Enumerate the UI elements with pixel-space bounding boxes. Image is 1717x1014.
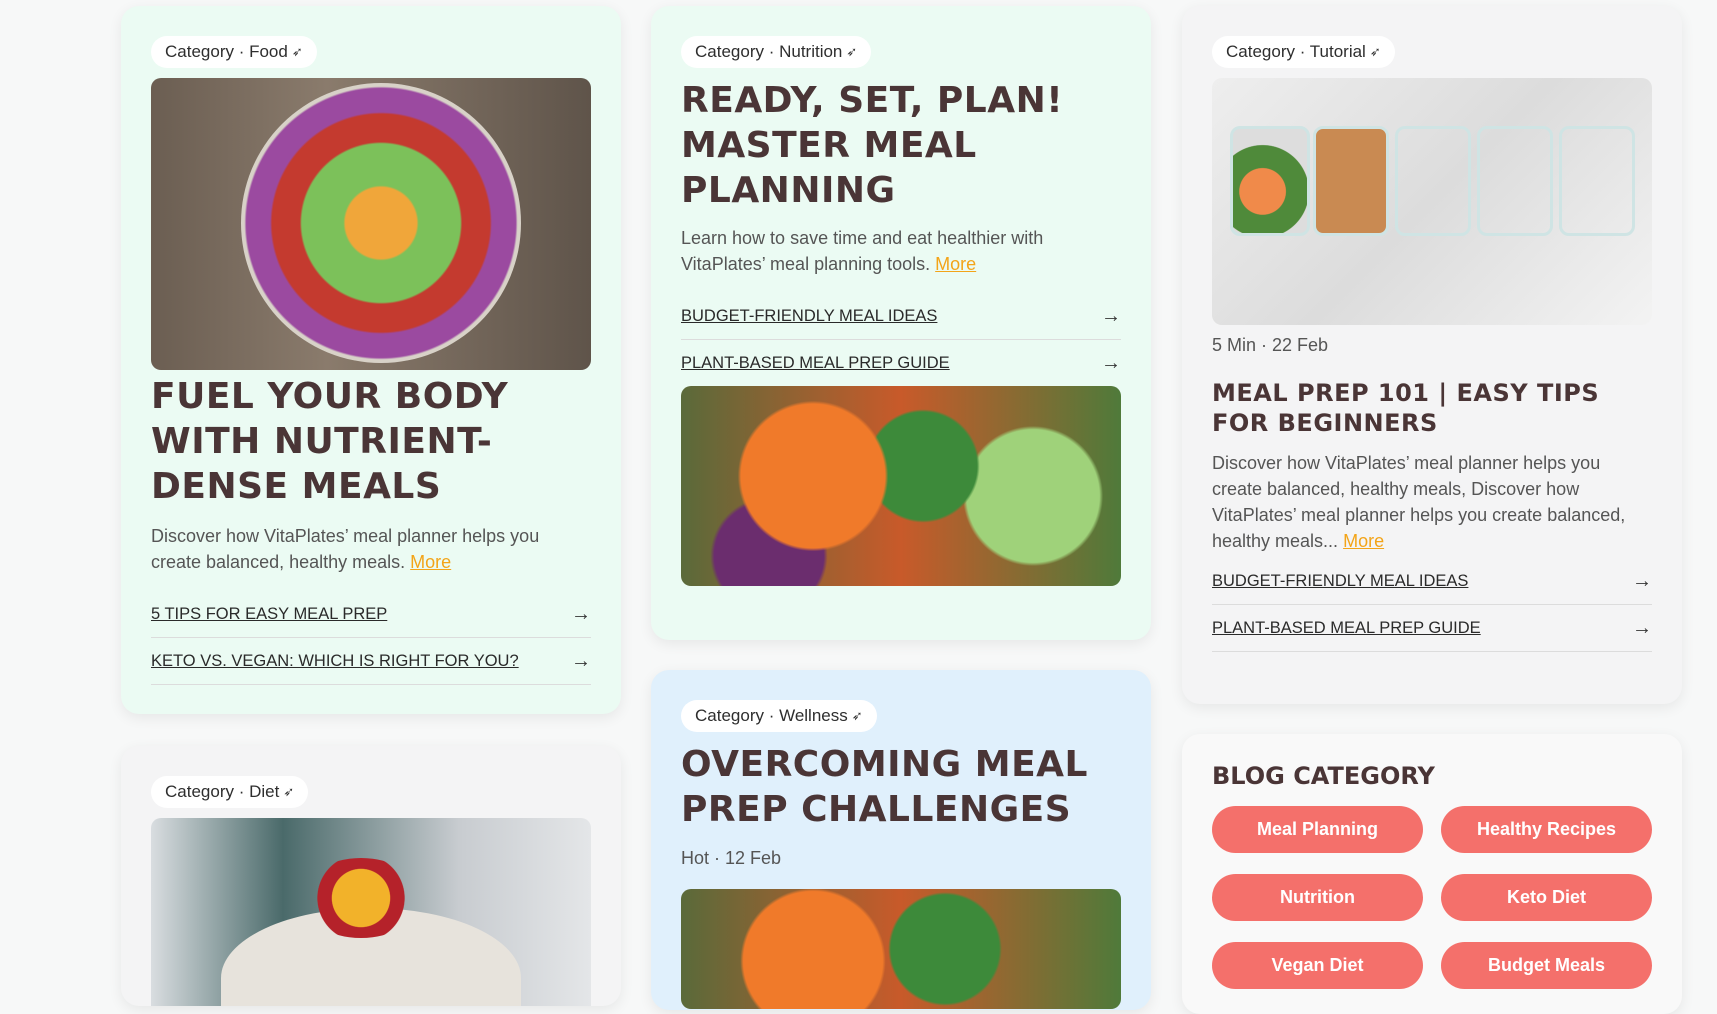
food-article-card[interactable]: Category · Food ➶ FUEL YOUR BODY WITH NU… <box>121 6 621 714</box>
arrow-right-icon: → <box>1101 304 1121 327</box>
blog-category-heading: BLOG CATEGORY <box>1212 762 1435 790</box>
category-badge[interactable]: Category · Food ➶ <box>151 36 317 68</box>
rocket-icon: ➶ <box>283 784 295 799</box>
category-badge[interactable]: Category · Wellness ➶ <box>681 700 877 732</box>
article-meta: Hot · 12 Feb <box>681 848 782 868</box>
chip-nutrition[interactable]: Nutrition <box>1212 874 1423 921</box>
wellness-article-card[interactable]: Category · Wellness ➶ OVERCOMING MEAL PR… <box>651 670 1151 1010</box>
more-link[interactable]: More <box>935 254 976 274</box>
fruit-pieces <box>301 858 421 938</box>
article-description: Discover how VitaPlates’ meal planner he… <box>1212 450 1652 554</box>
link-label[interactable]: PLANT-BASED MEAL PREP GUIDE <box>681 354 950 373</box>
arrow-right-icon: → <box>1632 616 1652 639</box>
article-title[interactable]: READY, SET, PLAN! MASTER MEAL PLANNING <box>681 78 1121 213</box>
chip-budget-meals[interactable]: Budget Meals <box>1441 942 1652 989</box>
description-text: Discover how VitaPlates’ meal planner he… <box>1212 453 1626 551</box>
category-badge[interactable]: Category · Tutorial ➶ <box>1212 36 1395 68</box>
nutrition-article-card[interactable]: Category · Nutrition ➶ READY, SET, PLAN!… <box>651 6 1151 640</box>
article-title[interactable]: OVERCOMING MEAL PREP CHALLENGES <box>681 742 1121 832</box>
related-link-1[interactable]: BUDGET-FRIENDLY MEAL IDEAS → <box>681 293 1121 340</box>
related-link-2[interactable]: PLANT-BASED MEAL PREP GUIDE → <box>681 340 1121 386</box>
category-label: Category · Food <box>165 42 288 61</box>
meal-prep-containers-image[interactable] <box>1212 78 1652 325</box>
salad-bowl-image[interactable] <box>151 78 591 370</box>
chip-keto-diet[interactable]: Keto Diet <box>1441 874 1652 921</box>
category-label: Category · Diet <box>165 782 280 801</box>
related-link-1[interactable]: 5 TIPS FOR EASY MEAL PREP → <box>151 591 591 638</box>
link-label[interactable]: PLANT-BASED MEAL PREP GUIDE <box>1212 619 1481 638</box>
bowl-shape <box>241 83 521 363</box>
article-title[interactable]: MEAL PREP 101 | EASY TIPS FOR BEGINNERS <box>1212 378 1652 438</box>
blog-category-card: BLOG CATEGORY Meal Planning Healthy Reci… <box>1182 734 1682 1014</box>
tutorial-article-card[interactable]: Category · Tutorial ➶ 5 Min · 22 Feb MEA… <box>1182 6 1682 704</box>
more-link[interactable]: More <box>1343 531 1384 551</box>
category-badge[interactable]: Category · Diet ➶ <box>151 776 309 808</box>
container-salmon <box>1230 126 1310 236</box>
container-rice <box>1313 126 1389 236</box>
rocket-icon: ➶ <box>1369 44 1381 59</box>
arrow-right-icon: → <box>1101 351 1121 374</box>
category-label: Category · Wellness <box>695 706 848 725</box>
arrow-right-icon: → <box>1632 569 1652 592</box>
fruit-salad-image[interactable] <box>151 818 591 1006</box>
vegetable-salad-image[interactable] <box>681 889 1121 1009</box>
category-label: Category · Nutrition <box>695 42 843 61</box>
container-empty-1 <box>1395 126 1471 236</box>
rocket-icon: ➶ <box>291 44 303 59</box>
container-empty-2 <box>1477 126 1553 236</box>
rocket-icon: ➶ <box>851 708 863 723</box>
link-label[interactable]: BUDGET-FRIENDLY MEAL IDEAS <box>1212 572 1468 591</box>
arrow-right-icon: → <box>571 649 591 672</box>
description-text: Discover how VitaPlates’ meal planner he… <box>151 526 540 572</box>
related-link-1[interactable]: BUDGET-FRIENDLY MEAL IDEAS → <box>1212 558 1652 605</box>
chip-vegan-diet[interactable]: Vegan Diet <box>1212 942 1423 989</box>
diet-article-card[interactable]: Category · Diet ➶ <box>121 746 621 1006</box>
link-label[interactable]: BUDGET-FRIENDLY MEAL IDEAS <box>681 307 937 326</box>
category-badge[interactable]: Category · Nutrition ➶ <box>681 36 872 68</box>
arrow-right-icon: → <box>571 602 591 625</box>
article-meta: 5 Min · 22 Feb <box>1212 335 1329 355</box>
related-link-2[interactable]: KETO VS. VEGAN: WHICH IS RIGHT FOR YOU? … <box>151 638 591 685</box>
description-text: Learn how to save time and eat healthier… <box>681 228 1044 274</box>
chip-meal-planning[interactable]: Meal Planning <box>1212 806 1423 853</box>
link-label[interactable]: 5 TIPS FOR EASY MEAL PREP <box>151 605 387 624</box>
article-description: Learn how to save time and eat healthier… <box>681 225 1121 277</box>
article-description: Discover how VitaPlates’ meal planner he… <box>151 523 591 575</box>
more-link[interactable]: More <box>410 552 451 572</box>
article-title[interactable]: FUEL YOUR BODY WITH NUTRIENT-DENSE MEALS <box>151 374 591 509</box>
link-label[interactable]: KETO VS. VEGAN: WHICH IS RIGHT FOR YOU? <box>151 652 519 671</box>
container-empty-3 <box>1559 126 1635 236</box>
category-label: Category · Tutorial <box>1226 42 1366 61</box>
chip-healthy-recipes[interactable]: Healthy Recipes <box>1441 806 1652 853</box>
related-link-2[interactable]: PLANT-BASED MEAL PREP GUIDE → <box>1212 605 1652 652</box>
vegetable-salad-image[interactable] <box>681 386 1121 586</box>
rocket-icon: ➶ <box>846 44 858 59</box>
